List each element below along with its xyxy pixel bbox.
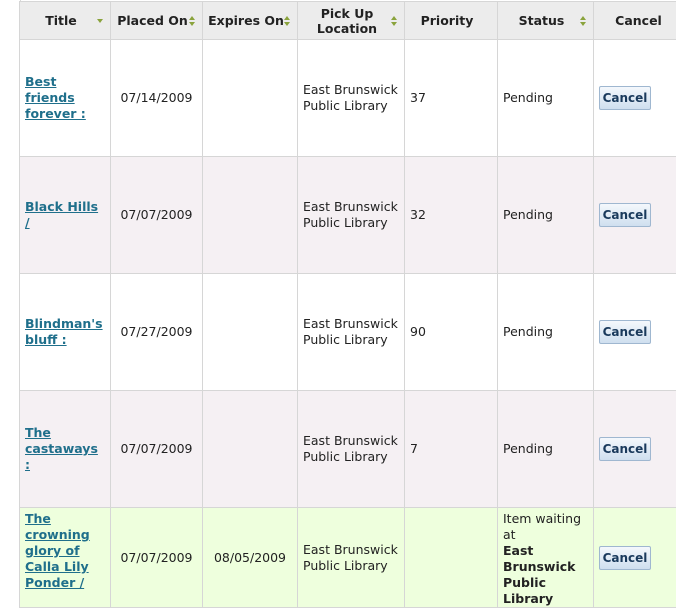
- sort-desc-icon[interactable]: [97, 16, 104, 26]
- cancel-cell: Cancel: [594, 508, 676, 608]
- pickup-location-cell: East Brunswick Public Library: [298, 391, 405, 508]
- column-label: Title: [45, 13, 77, 28]
- table-row: Blindman's bluff : 07/27/2009 East Bruns…: [20, 274, 676, 391]
- title-link[interactable]: Best friends forever :: [25, 74, 86, 121]
- cancel-button[interactable]: Cancel: [599, 203, 651, 227]
- placed-on-cell: 07/07/2009: [111, 157, 203, 274]
- cancel-button[interactable]: Cancel: [599, 437, 651, 461]
- cancel-button[interactable]: Cancel: [599, 86, 651, 110]
- column-label: Status: [519, 13, 565, 28]
- column-label: Priority: [421, 13, 474, 28]
- cancel-button[interactable]: Cancel: [599, 320, 651, 344]
- status-cell: Pending: [498, 157, 594, 274]
- sort-icon[interactable]: [391, 16, 398, 26]
- column-header-expires-on[interactable]: Expires On: [203, 2, 298, 40]
- column-header-placed-on[interactable]: Placed On: [111, 2, 203, 40]
- title-link[interactable]: Black Hills /: [25, 199, 98, 230]
- pickup-location-cell: East Brunswick Public Library: [298, 508, 405, 608]
- expires-on-cell: [203, 157, 298, 274]
- column-label: Placed On: [117, 13, 188, 28]
- status-text: Item waiting at: [503, 511, 588, 543]
- title-cell: Blindman's bluff :: [20, 274, 111, 391]
- title-link[interactable]: The crowning glory of Calla Lily Ponder …: [25, 511, 90, 590]
- cancel-cell: Cancel: [594, 274, 676, 391]
- table-row: The castaways : 07/07/2009 East Brunswic…: [20, 391, 676, 508]
- column-header-pickup-location[interactable]: Pick Up Location: [298, 2, 405, 40]
- placed-on-cell: 07/27/2009: [111, 274, 203, 391]
- title-link[interactable]: The castaways :: [25, 425, 98, 472]
- column-header-status[interactable]: Status: [498, 2, 594, 40]
- table-row: Black Hills / 07/07/2009 East Brunswick …: [20, 157, 676, 274]
- status-cell: Pending: [498, 274, 594, 391]
- cancel-cell: Cancel: [594, 40, 676, 157]
- expires-on-cell: [203, 274, 298, 391]
- sort-icon[interactable]: [189, 16, 196, 26]
- priority-cell: 32: [405, 157, 498, 274]
- status-cell: Pending: [498, 40, 594, 157]
- expires-on-cell: [203, 40, 298, 157]
- pickup-location-cell: East Brunswick Public Library: [298, 157, 405, 274]
- title-cell: The castaways :: [20, 391, 111, 508]
- title-cell: The crowning glory of Calla Lily Ponder …: [20, 508, 111, 608]
- status-cell: Pending: [498, 391, 594, 508]
- priority-cell: 37: [405, 40, 498, 157]
- sort-icon[interactable]: [580, 16, 587, 26]
- placed-on-cell: 07/14/2009: [111, 40, 203, 157]
- pickup-location-cell: East Brunswick Public Library: [298, 40, 405, 157]
- cancel-button[interactable]: Cancel: [599, 546, 651, 570]
- table-row: Best friends forever : 07/14/2009 East B…: [20, 40, 676, 157]
- status-location: East Brunswick Public Library: [503, 543, 588, 607]
- holds-table: Title Placed On Expires On Pick Up Locat…: [19, 1, 676, 608]
- column-header-priority: Priority: [405, 2, 498, 40]
- cancel-cell: Cancel: [594, 157, 676, 274]
- column-header-title[interactable]: Title: [20, 2, 111, 40]
- title-cell: Best friends forever :: [20, 40, 111, 157]
- sort-icon[interactable]: [284, 16, 291, 26]
- priority-cell: 7: [405, 391, 498, 508]
- column-header-cancel[interactable]: Cancel: [594, 2, 676, 40]
- table-header-row: Title Placed On Expires On Pick Up Locat…: [20, 2, 676, 40]
- column-label: Pick Up Location: [317, 6, 377, 36]
- cancel-cell: Cancel: [594, 391, 676, 508]
- column-label: Expires On: [208, 13, 284, 28]
- priority-cell: [405, 508, 498, 608]
- placed-on-cell: 07/07/2009: [111, 391, 203, 508]
- status-cell: Item waiting atEast Brunswick Public Lib…: [498, 508, 594, 608]
- expires-on-cell: [203, 391, 298, 508]
- priority-cell: 90: [405, 274, 498, 391]
- left-frame: [0, 0, 21, 590]
- placed-on-cell: 07/07/2009: [111, 508, 203, 608]
- expires-on-cell: 08/05/2009: [203, 508, 298, 608]
- table-row-ready: The crowning glory of Calla Lily Ponder …: [20, 508, 676, 608]
- column-label: Cancel: [615, 13, 662, 28]
- title-link[interactable]: Blindman's bluff :: [25, 316, 103, 347]
- title-cell: Black Hills /: [20, 157, 111, 274]
- pickup-location-cell: East Brunswick Public Library: [298, 274, 405, 391]
